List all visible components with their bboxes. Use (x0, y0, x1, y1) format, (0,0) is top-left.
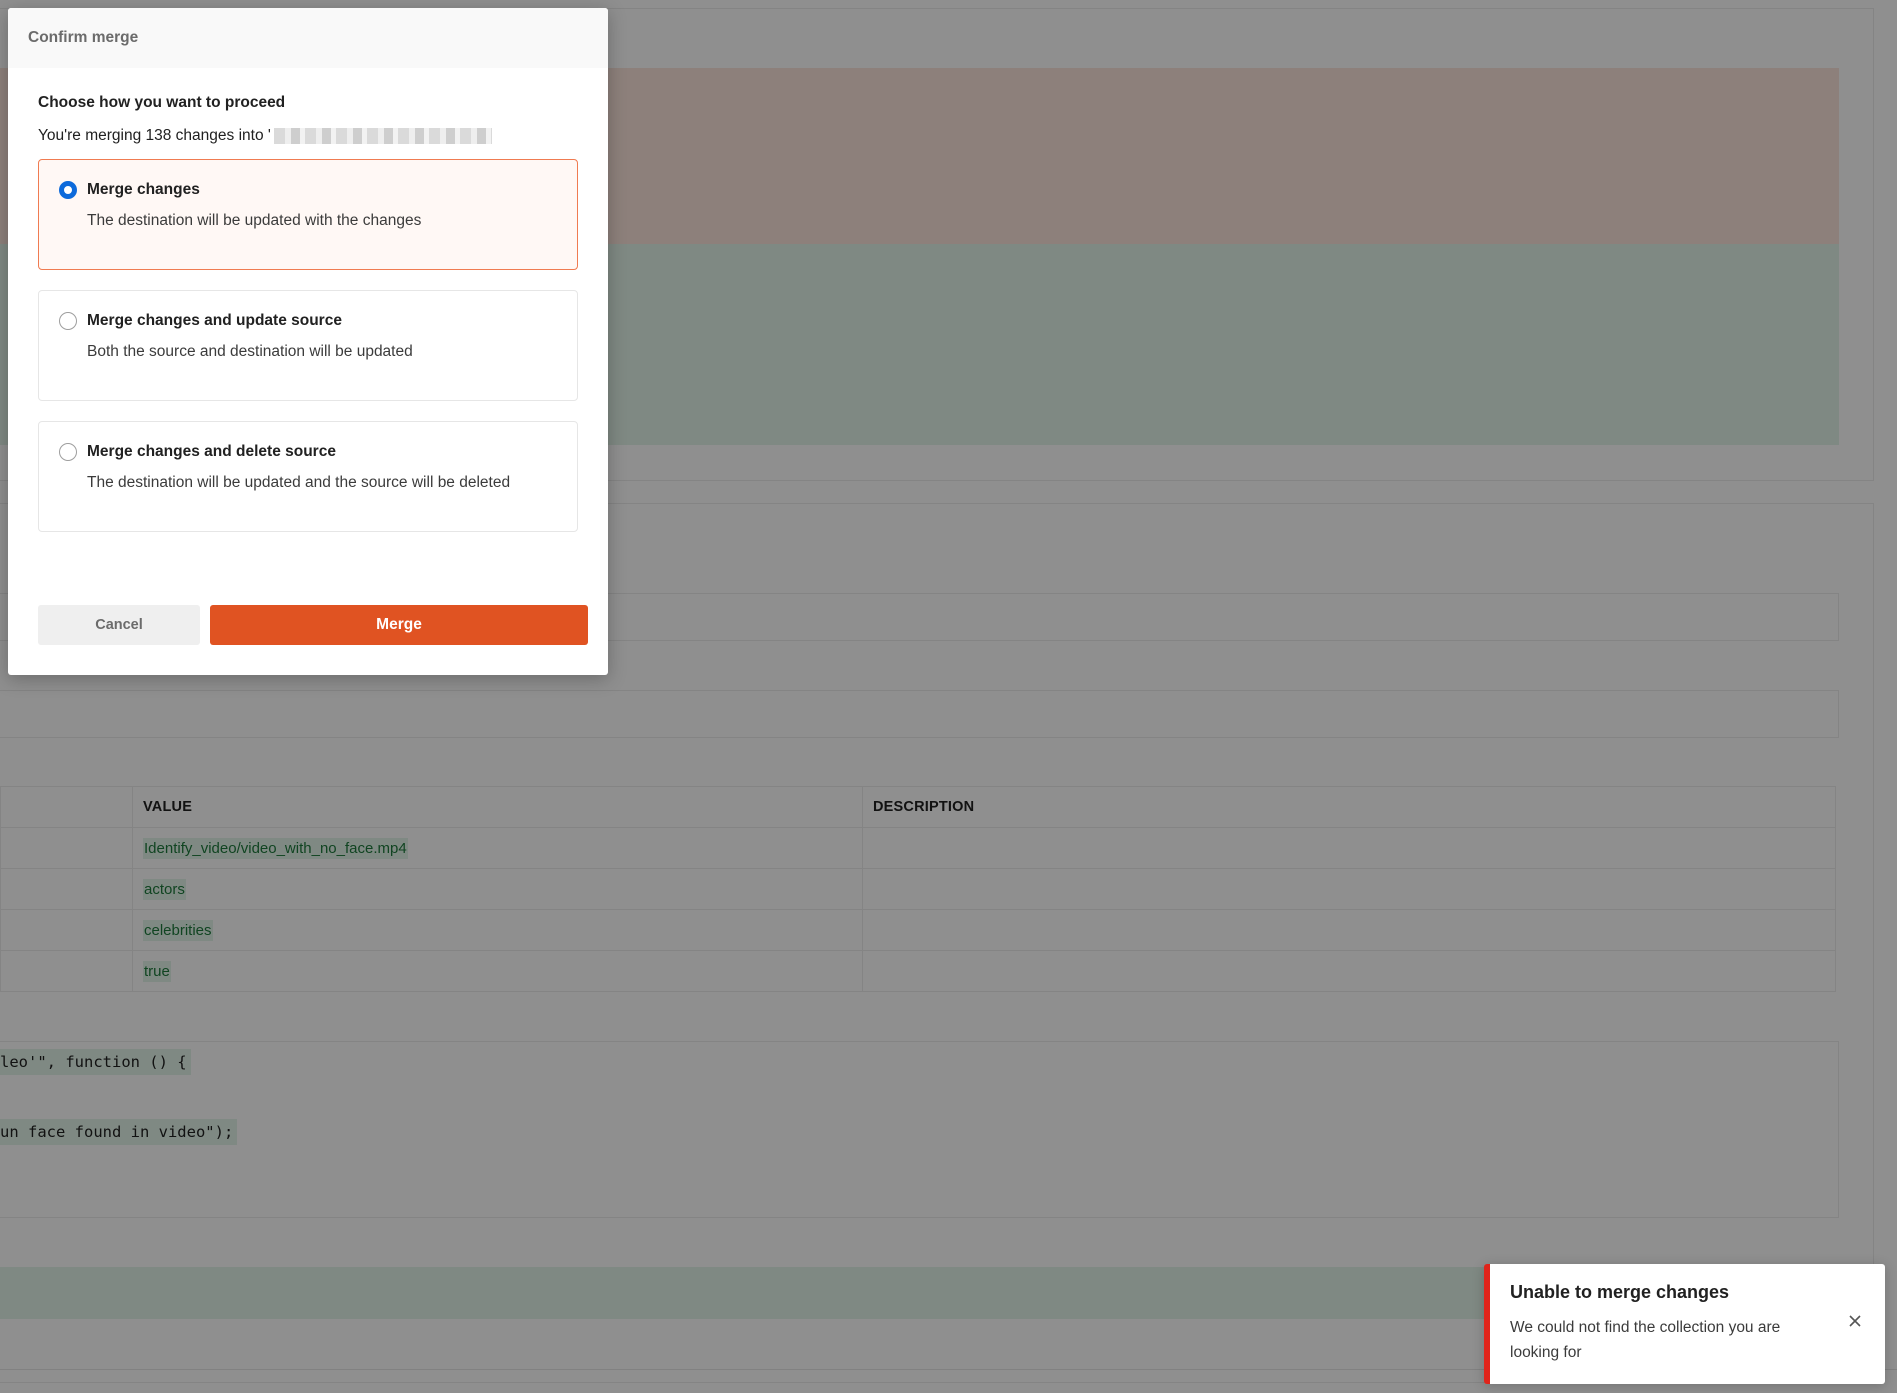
dialog-header: Confirm merge (8, 8, 608, 68)
dialog-title: Confirm merge (28, 29, 139, 46)
option-description: Both the source and destination will be … (87, 343, 413, 360)
merge-summary: You're merging 138 changes into ' (38, 127, 578, 145)
dialog-footer: Cancel Merge (38, 605, 588, 645)
redacted-destination-name (273, 128, 492, 144)
option-title: Merge changes and update source (87, 312, 342, 329)
error-toast: Unable to merge changes We could not fin… (1484, 1264, 1885, 1384)
option-description: The destination will be updated with the… (87, 212, 422, 229)
radio-unselected-icon[interactable] (59, 443, 77, 461)
option-title: Merge changes (87, 181, 200, 198)
option-title: Merge changes and delete source (87, 443, 336, 460)
cancel-button[interactable]: Cancel (38, 605, 200, 645)
option-merge-and-update-source[interactable]: Merge changes and update source Both the… (38, 290, 578, 401)
option-merge-changes[interactable]: Merge changes The destination will be up… (38, 159, 578, 270)
toast-message: We could not find the collection you are… (1510, 1319, 1781, 1361)
dialog-body: Choose how you want to proceed You're me… (8, 68, 608, 532)
option-merge-and-delete-source[interactable]: Merge changes and delete source The dest… (38, 421, 578, 532)
merge-button[interactable]: Merge (210, 605, 588, 645)
close-icon[interactable] (1845, 1313, 1865, 1333)
merge-summary-text: You're merging 138 changes into ' (38, 127, 271, 144)
option-description: The destination will be updated and the … (87, 474, 511, 491)
confirm-merge-dialog: Confirm merge Choose how you want to pro… (8, 8, 608, 675)
toast-title: Unable to merge changes (1510, 1282, 1730, 1302)
dialog-heading: Choose how you want to proceed (38, 94, 286, 111)
radio-unselected-icon[interactable] (59, 312, 77, 330)
radio-selected-icon[interactable] (59, 181, 77, 199)
